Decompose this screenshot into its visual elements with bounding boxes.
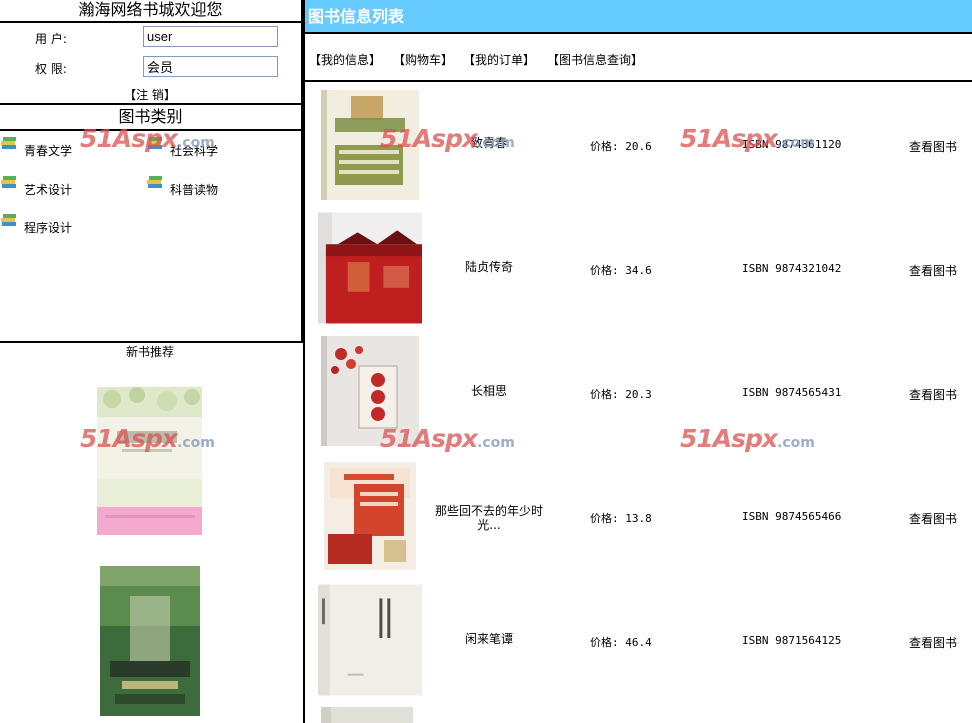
book-list-panel: 图书信息列表 【我的信息】 【购物车】 【我的订单】 【图书信息查询】 致青春 … xyxy=(303,0,972,723)
book-cover-image[interactable] xyxy=(318,90,422,200)
book-row: 陆贞传奇 价格: 34.6 ISBN 9874321042 查看图书 xyxy=(305,208,972,332)
book-stack-icon xyxy=(1,137,16,149)
view-book-link[interactable]: 查看图书 xyxy=(909,634,957,651)
book-isbn: ISBN 9874361120 xyxy=(742,138,842,151)
book-title: 长相思 xyxy=(470,384,507,398)
book-title: 致青春 xyxy=(470,136,507,150)
recommended-book-cover[interactable] xyxy=(97,387,202,535)
category-label: 科普读物 xyxy=(170,183,219,197)
category-item-yishu[interactable]: 艺术设计 xyxy=(0,173,140,197)
category-label: 社会科学 xyxy=(170,144,219,158)
book-list-header: 图书信息列表 xyxy=(305,0,972,34)
book-list-title: 图书信息列表 xyxy=(308,7,405,26)
book-row: 长相思 价格: 20.3 ISBN 9874565431 查看图书 xyxy=(305,332,972,456)
category-item-kepu[interactable]: 科普读物 xyxy=(146,173,286,197)
view-book-link[interactable]: 查看图书 xyxy=(909,138,957,155)
book-row: 闲来笔谭 价格: 46.4 ISBN 9871564125 查看图书 xyxy=(305,580,972,704)
user-nav-bar: 【我的信息】 【购物车】 【我的订单】 【图书信息查询】 xyxy=(305,34,972,82)
nav-cart[interactable]: 【购物车】 xyxy=(393,51,453,68)
category-item-chengxu[interactable]: 程序设计 xyxy=(0,211,140,235)
book-cover-image[interactable] xyxy=(318,336,422,446)
left-panel: 瀚海网络书城欢迎您 用 户: 权 限: 【注 销】 图书类别 青春文学 社会科学 xyxy=(0,0,303,723)
book-stack-icon xyxy=(147,176,162,188)
role-field[interactable] xyxy=(143,56,278,77)
book-cover-image[interactable] xyxy=(318,584,422,696)
category-title: 图书类别 xyxy=(0,105,303,131)
category-label: 程序设计 xyxy=(24,221,73,235)
user-row: 用 户: xyxy=(0,26,300,48)
book-price: 价格: 46.4 xyxy=(590,636,652,649)
book-title: 闲来笔谭 xyxy=(464,632,513,646)
user-label: 用 户: xyxy=(35,32,67,46)
book-cover-image[interactable] xyxy=(318,462,422,570)
book-title: 陆贞传奇 xyxy=(464,260,513,274)
book-stack-icon xyxy=(1,176,16,188)
username-field[interactable] xyxy=(143,26,278,47)
book-isbn: ISBN 9871564125 xyxy=(742,634,842,647)
new-books-title: 新书推荐 xyxy=(125,345,174,359)
book-title: 那些回不去的年少时光... xyxy=(434,504,543,532)
book-isbn: ISBN 9874321042 xyxy=(742,262,842,275)
welcome-banner: 瀚海网络书城欢迎您 xyxy=(0,0,303,23)
user-info-panel: 用 户: 权 限: 【注 销】 xyxy=(0,23,303,105)
view-book-link[interactable]: 查看图书 xyxy=(909,386,957,403)
book-row: 那些回不去的年少时光... 价格: 13.8 ISBN 9874565466 查… xyxy=(305,456,972,580)
role-row: 权 限: xyxy=(0,56,300,78)
book-cover-image[interactable] xyxy=(321,707,413,723)
nav-book-search[interactable]: 【图书信息查询】 xyxy=(547,51,643,68)
nav-my-orders[interactable]: 【我的订单】 xyxy=(463,51,535,68)
book-price: 价格: 20.6 xyxy=(590,140,652,153)
book-isbn: ISBN 9874565466 xyxy=(742,510,842,523)
book-row: 致青春 价格: 20.6 ISBN 9874361120 查看图书 xyxy=(305,84,972,208)
book-price: 价格: 13.8 xyxy=(590,512,652,525)
category-item-qingchun[interactable]: 青春文学 xyxy=(0,134,140,158)
book-stack-icon xyxy=(147,137,162,149)
view-book-link[interactable]: 查看图书 xyxy=(909,262,957,279)
logout-link[interactable]: 【注 销】 xyxy=(0,86,300,103)
category-label: 青春文学 xyxy=(24,144,73,158)
book-cover-image[interactable] xyxy=(318,212,422,324)
category-label: 艺术设计 xyxy=(24,183,73,197)
view-book-link[interactable]: 查看图书 xyxy=(909,510,957,527)
category-item-shehui[interactable]: 社会科学 xyxy=(146,134,286,158)
recommended-book-cover[interactable] xyxy=(100,566,200,716)
book-stack-icon xyxy=(1,214,16,226)
role-label: 权 限: xyxy=(35,62,67,76)
book-price: 价格: 20.3 xyxy=(590,388,652,401)
nav-my-info[interactable]: 【我的信息】 xyxy=(309,51,381,68)
book-isbn: ISBN 9874565431 xyxy=(742,386,842,399)
book-price: 价格: 34.6 xyxy=(590,264,652,277)
category-list: 青春文学 社会科学 艺术设计 科普读物 程序设计 xyxy=(0,131,303,343)
